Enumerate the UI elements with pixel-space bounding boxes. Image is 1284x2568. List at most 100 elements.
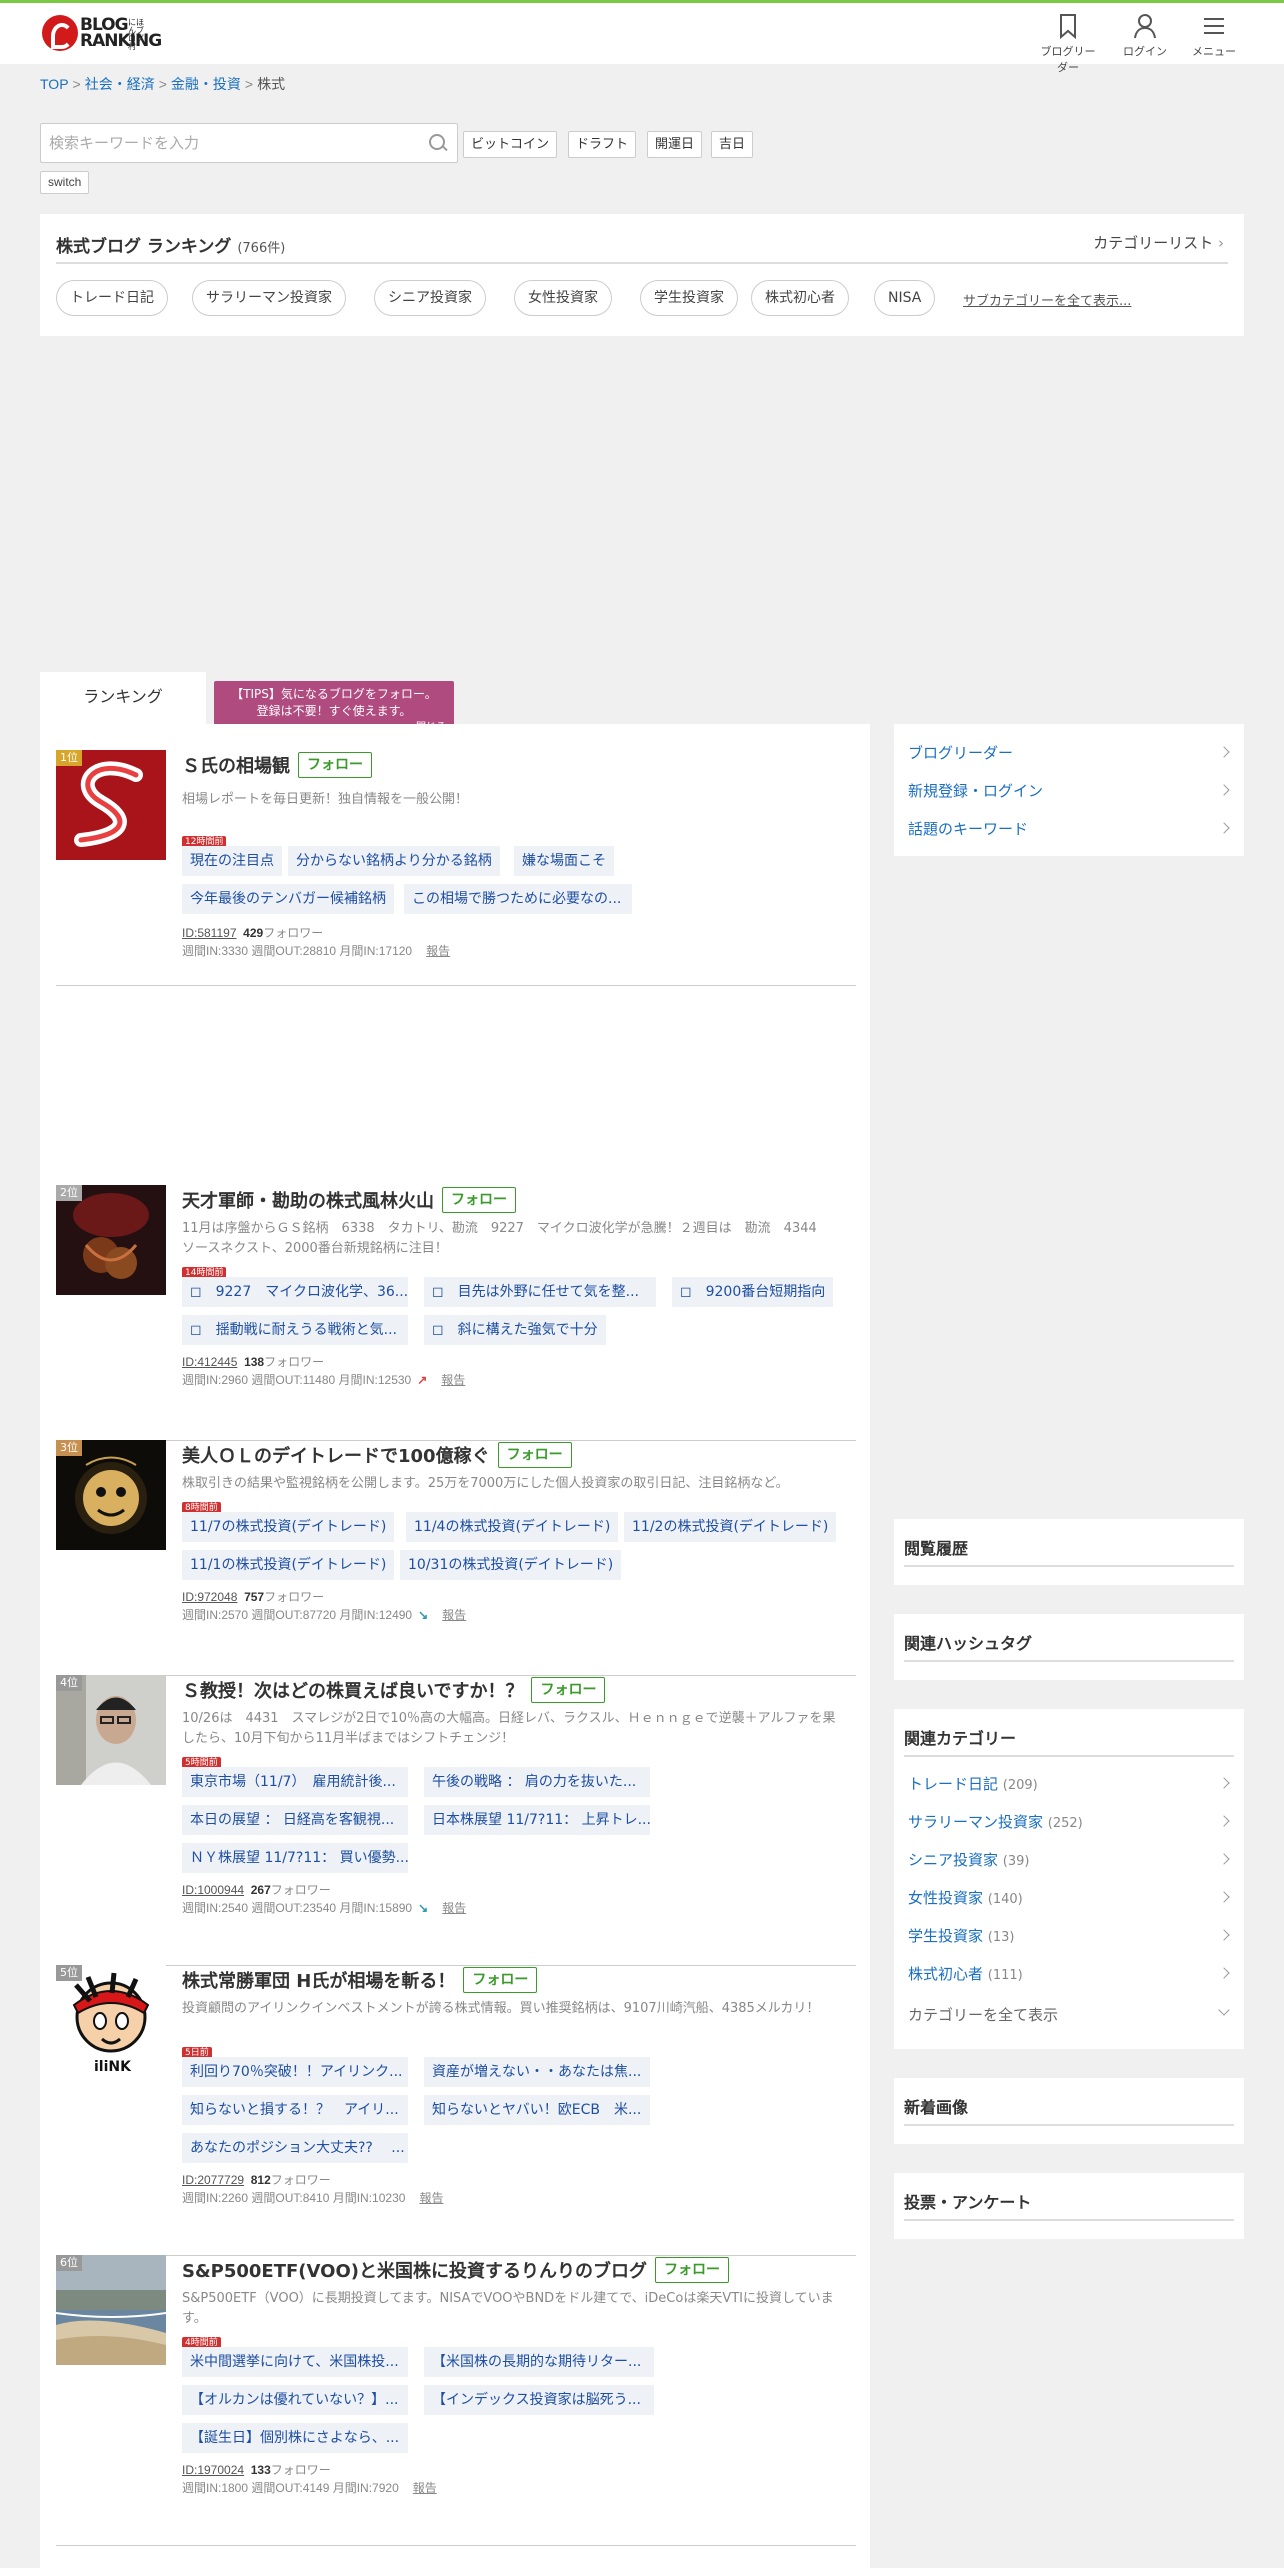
section-title: 新着画像 [904,2098,969,2117]
keyword-good-day[interactable]: 吉日 [711,131,754,158]
follow-button[interactable]: フォロー [654,2257,729,2283]
article-link[interactable]: 11/2の株式投資(デイトレード) [624,1512,837,1542]
tab-ranking[interactable]: ランキング [40,672,206,724]
logo-small-text: にほんブログ村 [128,18,144,51]
report-link[interactable]: 報告 [442,1608,466,1622]
article-link[interactable]: 【インデックス投資家は脳死う... [424,2385,654,2415]
keyword-bitcoin[interactable]: ビットコイン [463,131,558,158]
blog-id-link[interactable]: ID:2077729 [182,2173,244,2187]
follow-button[interactable]: フォロー [298,752,372,778]
divider [904,1755,1234,1757]
sidebar-item-trending-keywords[interactable]: 話題のキーワード [908,818,1028,839]
chevron-right-icon [1218,784,1230,796]
follow-button[interactable]: フォロー [531,1677,606,1703]
article-link[interactable]: あなたのポジション大丈夫?? ... [182,2133,408,2163]
blog-id-link[interactable]: ID:581197 [182,926,237,940]
sidebar-item-register-login[interactable]: 新規登録・ログイン [908,780,1043,801]
report-link[interactable]: 報告 [426,944,450,958]
article-link[interactable]: ◻ 9200番台短期指向 [672,1277,834,1307]
site-logo[interactable]: BLOG RANKING にほんブログ村 [42,15,162,51]
article-link[interactable]: 今年最後のテンバガー候補銘柄 [182,884,394,914]
article-link[interactable]: この相場で勝つために必要なの... [404,884,632,914]
article-link[interactable]: 【米国株の長期的な期待リター... [424,2347,654,2377]
subcategory-student[interactable]: 学生投資家 [640,280,738,316]
show-all-subcategories-link[interactable]: サブカテゴリーを全て表示... [963,290,1131,309]
blog-title[interactable]: S&P500ETF(VOO)と米国株に投資するりんりのブログ フォロー [182,2257,729,2283]
article-link[interactable]: 東京市場（11/7） 雇用統計後... [182,1767,408,1797]
blog-id-link[interactable]: ID:1000944 [182,1883,244,1897]
blog-title[interactable]: 美人ＯＬのデイトレードで100億稼ぐ フォロー [182,1442,572,1468]
report-link[interactable]: 報告 [413,2481,437,2495]
article-link[interactable]: 午後の戦略 ： 肩の力を抜いた... [424,1767,650,1797]
blog-title[interactable]: 株式常勝軍団 H氏が相場を斬る！ フォロー [182,1967,538,1993]
blog-id-link[interactable]: ID:972048 [182,1590,237,1604]
article-link[interactable]: 現在の注目点 [182,846,282,876]
article-link[interactable]: ◻ 揺動戦に耐えうる戦術と気... [182,1315,408,1345]
blog-title[interactable]: 天才軍師・勘助の株式風林火山 フォロー [182,1187,516,1213]
article-link[interactable]: 10/31の株式投資(デイトレード) [400,1550,622,1580]
article-link[interactable]: 資産が増えない・・あなたは焦... [424,2057,650,2087]
blog-thumbnail[interactable]: 6位 [56,2255,166,2365]
article-link[interactable]: ＮＹ株展望 11/7?11： 買い優勢... [182,1843,408,1873]
article-link[interactable]: 11/4の株式投資(デイトレード) [406,1512,619,1542]
report-link[interactable]: 報告 [441,1373,465,1387]
menu-button[interactable]: メニュー [1184,13,1244,59]
blog-thumbnail[interactable]: iliNK 5位 [56,1965,166,2075]
related-category-link[interactable]: トレード日記 (209) [908,1773,1038,1794]
keyword-lucky-day[interactable]: 開運日 [647,131,703,158]
subcategory-beginner[interactable]: 株式初心者 [751,280,849,316]
blog-thumbnail[interactable]: 2位 [56,1185,166,1295]
keyword-draft[interactable]: ドラフト [568,131,637,158]
show-all-categories-link[interactable]: カテゴリーを全て表示 [908,2004,1058,2025]
related-category-link[interactable]: シニア投資家 (39) [908,1849,1029,1870]
article-link[interactable]: 嫌な場面こそ [514,846,614,876]
article-link[interactable]: ◻ 目先は外野に任せて気を整... [424,1277,656,1307]
blog-thumbnail[interactable]: 4位 [56,1675,166,1785]
subcategory-salaryman[interactable]: サラリーマン投資家 [192,280,346,316]
blog-id-link[interactable]: ID:1970024 [182,2463,244,2477]
article-link[interactable]: ◻ 9227 マイクロ波化学、36... [182,1277,408,1307]
article-link[interactable]: 知らないと損する！？ アイリ... [182,2095,408,2125]
category-list-link[interactable]: カテゴリーリスト › [1093,232,1224,253]
article-link[interactable]: ◻ 斜に構えた強気で十分 [424,1315,606,1345]
report-link[interactable]: 報告 [419,2191,443,2205]
subcategory-women[interactable]: 女性投資家 [514,280,612,316]
related-category-link[interactable]: 株式初心者 (111) [908,1963,1023,1984]
subcategory-trade-diary[interactable]: トレード日記 [56,280,168,316]
article-link[interactable]: 知らないとヤバい！欧ECB 米... [424,2095,650,2125]
follow-button[interactable]: フォロー [497,1442,572,1468]
breadcrumb-finance[interactable]: 金融・投資 [171,76,241,92]
article-link[interactable]: 本日の展望 ： 日経高を客観視... [182,1805,408,1835]
article-link[interactable]: 利回り70％突破！！アイリンク... [182,2057,408,2087]
breadcrumb-top[interactable]: TOP [40,76,69,92]
ranking-entry: iliNK 5位 株式常勝軍団 H氏が相場を斬る！ フォロー 投資顧問のアイリンク… [56,1965,856,2256]
login-button[interactable]: ログイン [1115,13,1175,59]
breadcrumb-society[interactable]: 社会・経済 [85,76,155,92]
article-link[interactable]: 11/7の株式投資(デイトレード) [182,1512,395,1542]
blog-thumbnail[interactable]: 1位 [56,750,166,860]
blog-id-link[interactable]: ID:412445 [182,1355,237,1369]
follow-button[interactable]: フォロー [442,1187,516,1213]
rank-badge: 2位 [56,1185,82,1201]
subcategory-senior[interactable]: シニア投資家 [374,280,486,316]
subcategory-nisa[interactable]: NISA [874,280,936,316]
blog-title[interactable]: Ｓ教授！次はどの株買えば良いですか！？ フォロー [182,1677,606,1703]
switch-button[interactable]: switch [40,171,90,194]
article-link[interactable]: 【オルカンは優れていない？】... [182,2385,408,2415]
article-link[interactable]: 分からない銘柄より分かる銘柄 [288,846,500,876]
related-category-link[interactable]: サラリーマン投資家 (252) [908,1811,1083,1832]
search-icon[interactable] [429,134,447,152]
article-link[interactable]: 【誕生日】個別株にさよなら、... [182,2423,408,2453]
article-link[interactable]: 米中間選挙に向けて、米国株投... [182,2347,408,2377]
article-link[interactable]: 11/1の株式投資(デイトレード) [182,1550,395,1580]
blog-thumbnail[interactable]: 3位 [56,1440,166,1550]
search-input[interactable] [41,124,411,162]
blog-title[interactable]: Ｓ氏の相場観 フォロー [182,752,372,778]
follow-button[interactable]: フォロー [463,1967,538,1993]
article-link[interactable]: 日本株展望 11/7?11： 上昇トレ... [424,1805,650,1835]
report-link[interactable]: 報告 [442,1901,466,1915]
blog-reader-button[interactable]: ブログリーダー [1038,13,1098,75]
related-category-link[interactable]: 学生投資家 (13) [908,1925,1014,1946]
sidebar-item-blog-reader[interactable]: ブログリーダー [908,742,1013,763]
related-category-link[interactable]: 女性投資家 (140) [908,1887,1023,1908]
